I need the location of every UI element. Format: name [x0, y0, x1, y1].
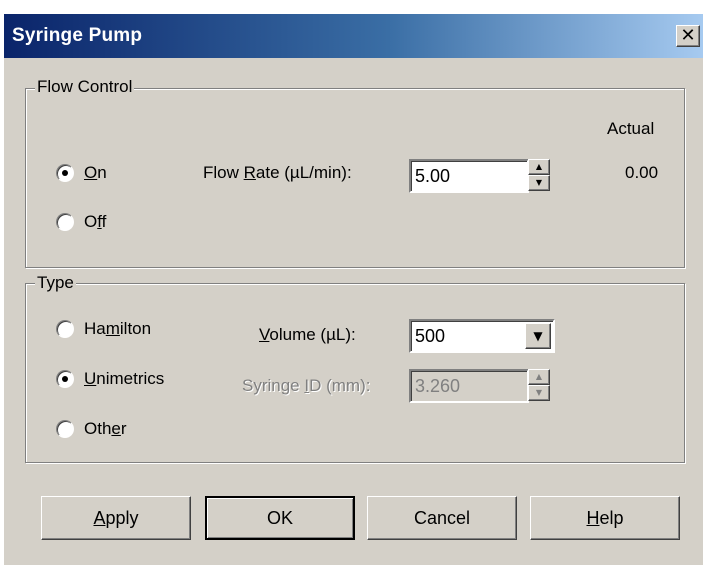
flow-control-group: [25, 88, 685, 268]
chevron-up-icon: ▲: [535, 372, 543, 381]
flow-control-legend: Flow Control: [35, 77, 135, 97]
volume-dropdown-button[interactable]: ▼: [525, 323, 551, 349]
type-hamilton-radio[interactable]: [56, 320, 74, 338]
volume-label: Volume (µL):: [259, 325, 356, 344]
volume-selected-value: 500: [415, 326, 446, 346]
actual-header: Actual: [607, 119, 655, 138]
radio-selected-dot: [62, 170, 68, 176]
close-button[interactable]: ✕: [676, 25, 700, 47]
close-icon: ✕: [680, 25, 696, 46]
syringe-pump-dialog: Syringe Pump ✕ Flow Control Actual On Of…: [4, 14, 703, 565]
radio-selected-dot: [62, 376, 68, 382]
type-hamilton-label[interactable]: Hamilton: [84, 319, 151, 339]
flow-off-radio[interactable]: [56, 213, 74, 231]
type-other-radio[interactable]: [56, 420, 74, 438]
type-other-label[interactable]: Other: [84, 419, 127, 439]
chevron-down-icon: ▼: [535, 178, 543, 187]
ok-button[interactable]: OK: [205, 496, 355, 540]
chevron-down-icon: ▼: [535, 388, 543, 397]
window-title: Syringe Pump: [12, 25, 143, 46]
syringe-id-input[interactable]: 3.260: [409, 369, 529, 403]
syringe-id-value: 3.260: [415, 376, 461, 396]
spin-down-button[interactable]: ▼: [528, 175, 550, 191]
type-legend: Type: [35, 273, 76, 293]
flow-on-label[interactable]: On: [84, 163, 107, 183]
flow-off-label[interactable]: Off: [84, 212, 106, 232]
type-unimetrics-label[interactable]: Unimetrics: [84, 369, 164, 389]
actual-flow-value: 0.00: [625, 163, 659, 182]
cancel-button[interactable]: Cancel: [367, 496, 517, 540]
spin-down-button[interactable]: ▼: [528, 385, 550, 401]
apply-button[interactable]: Apply: [41, 496, 191, 540]
spin-up-button[interactable]: ▲: [528, 159, 550, 175]
chevron-up-icon: ▲: [535, 162, 543, 171]
title-bar: Syringe Pump ✕: [4, 14, 703, 58]
flow-rate-value: 5.00: [415, 166, 451, 186]
flow-rate-input[interactable]: 5.00: [409, 159, 529, 193]
help-button[interactable]: Help: [530, 496, 680, 540]
chevron-down-icon: ▼: [533, 329, 543, 343]
syringe-id-label: Syringe ID (mm):: [242, 376, 371, 395]
flow-on-radio[interactable]: [56, 164, 74, 182]
type-unimetrics-radio[interactable]: [56, 370, 74, 388]
spin-up-button[interactable]: ▲: [528, 369, 550, 385]
flow-rate-label: Flow Rate (µL/min):: [203, 163, 352, 182]
